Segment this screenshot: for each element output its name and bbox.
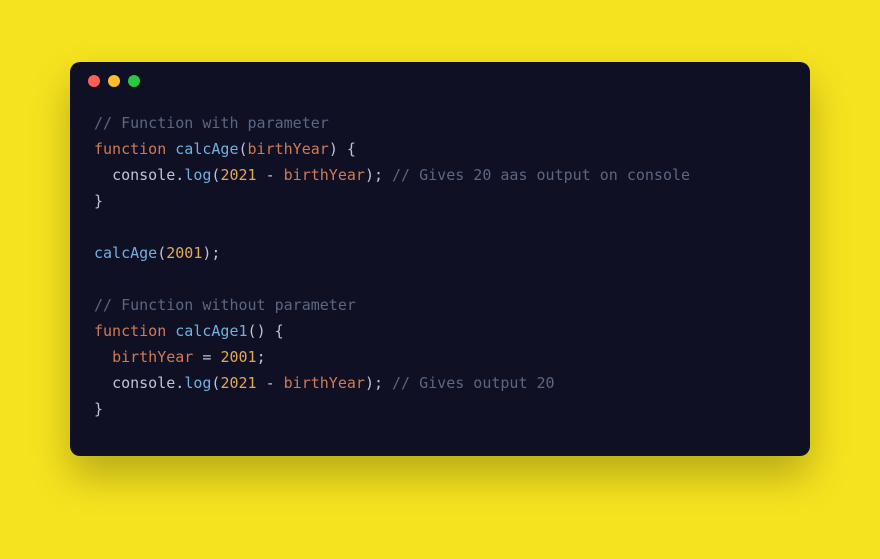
code-punct: ;: [374, 374, 383, 392]
code-keyword: function: [94, 140, 166, 158]
code-operator: =: [202, 348, 211, 366]
code-punct: ): [257, 322, 266, 340]
code-punct: (: [239, 140, 248, 158]
code-punct: ): [365, 374, 374, 392]
code-keyword: function: [94, 322, 166, 340]
code-punct: .: [175, 374, 184, 392]
code-identifier: console: [112, 166, 175, 184]
code-parameter: birthYear: [248, 140, 329, 158]
code-block: // Function with parameter function calc…: [70, 100, 810, 456]
code-method: log: [184, 166, 211, 184]
code-punct: ): [329, 140, 338, 158]
code-comment: // Function with parameter: [94, 114, 329, 132]
code-number: 2001: [220, 348, 256, 366]
code-function-name: calcAge: [175, 140, 238, 158]
code-punct: {: [347, 140, 356, 158]
code-punct: (: [157, 244, 166, 262]
code-number: 2021: [220, 374, 256, 392]
code-operator: -: [266, 374, 275, 392]
code-function-name: calcAge1: [175, 322, 247, 340]
code-comment: // Gives 20 aas output on console: [392, 166, 690, 184]
code-punct: .: [175, 166, 184, 184]
code-comment: // Gives output 20: [392, 374, 555, 392]
code-method: log: [184, 374, 211, 392]
code-function-call: calcAge: [94, 244, 157, 262]
window-titlebar: [70, 62, 810, 100]
code-punct: ;: [257, 348, 266, 366]
code-identifier: birthYear: [284, 166, 365, 184]
code-identifier: birthYear: [284, 374, 365, 392]
code-operator: -: [266, 166, 275, 184]
traffic-light-minimize-icon[interactable]: [108, 75, 120, 87]
code-punct: ;: [211, 244, 220, 262]
code-punct: }: [94, 192, 103, 210]
code-punct: ;: [374, 166, 383, 184]
code-punct: {: [275, 322, 284, 340]
traffic-light-zoom-icon[interactable]: [128, 75, 140, 87]
code-punct: }: [94, 400, 103, 418]
code-number: 2001: [166, 244, 202, 262]
code-punct: ): [365, 166, 374, 184]
code-window: // Function with parameter function calc…: [70, 62, 810, 456]
code-number: 2021: [220, 166, 256, 184]
traffic-light-close-icon[interactable]: [88, 75, 100, 87]
code-identifier: console: [112, 374, 175, 392]
code-punct: (: [248, 322, 257, 340]
code-identifier: birthYear: [112, 348, 193, 366]
code-comment: // Function without parameter: [94, 296, 356, 314]
